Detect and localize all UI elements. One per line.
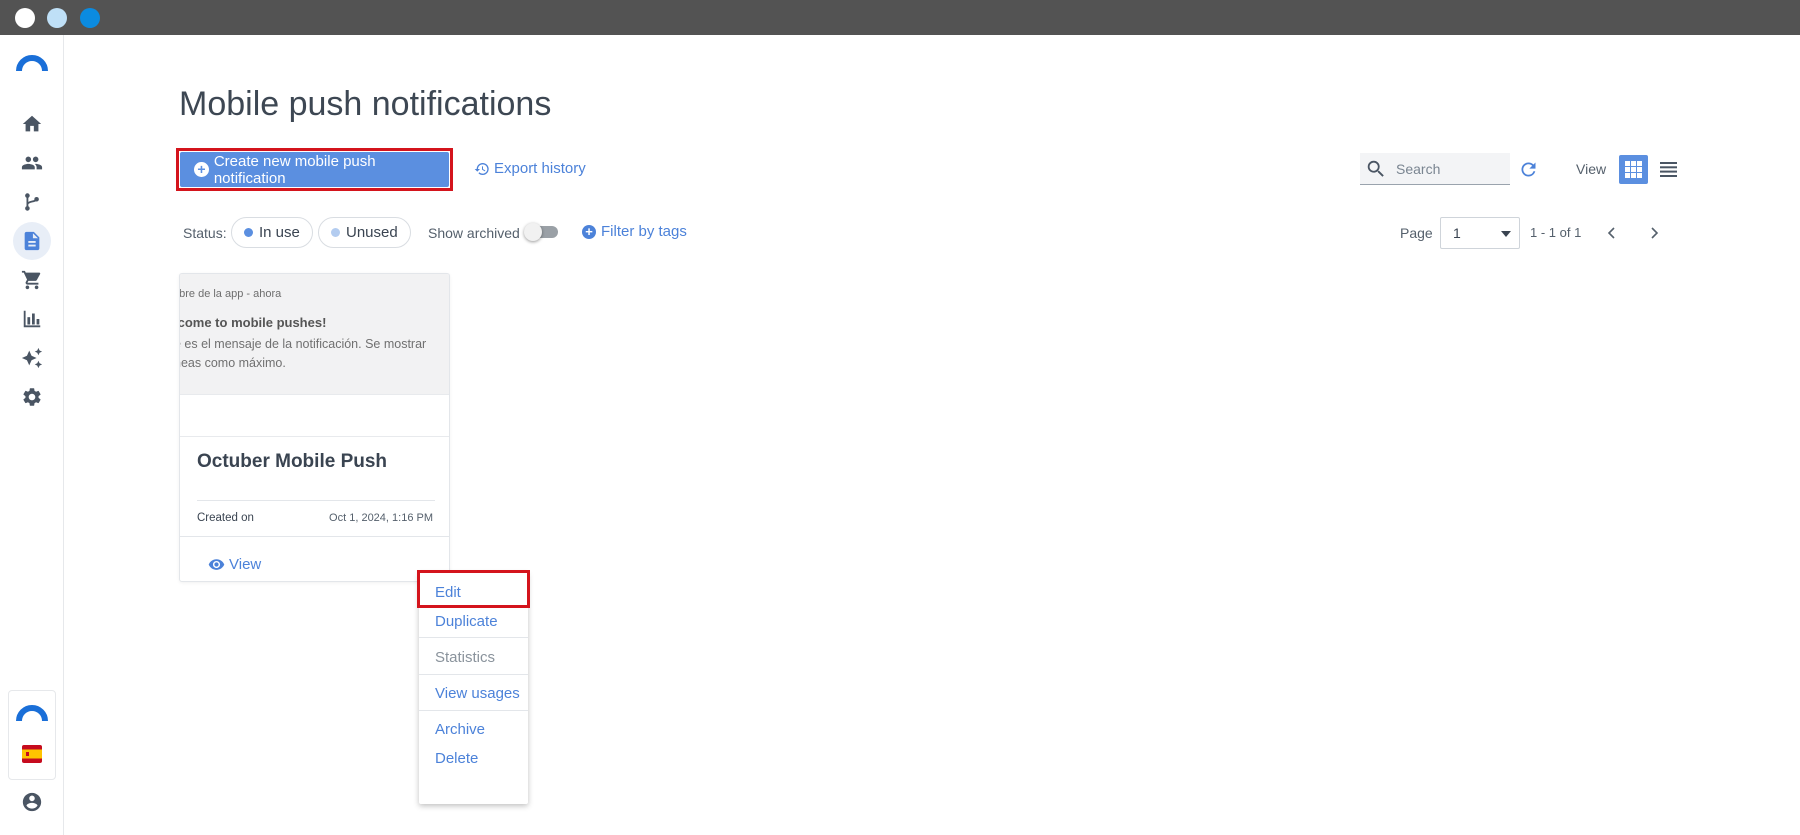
- chevron-right-icon[interactable]: [1646, 225, 1662, 241]
- menu-separator: [419, 674, 528, 675]
- in-use-dot-icon: [244, 228, 253, 237]
- menu-item-duplicate[interactable]: Duplicate: [419, 613, 528, 630]
- sidebar-item-settings[interactable]: [13, 378, 51, 416]
- menu-separator: [419, 710, 528, 711]
- document-icon: [24, 231, 40, 251]
- bar-chart-icon: [23, 310, 41, 328]
- toggle-knob: [524, 223, 542, 241]
- menu-item-statistics: Statistics: [435, 649, 496, 666]
- push-notification-card: nbre de la app - ahora lcome to mobile p…: [179, 273, 450, 582]
- window-minimize-icon[interactable]: [47, 8, 67, 28]
- sidebar-item-reports[interactable]: [13, 300, 51, 338]
- sidebar-bottom-panel: [8, 690, 56, 780]
- sidebar-item-account[interactable]: [13, 783, 51, 821]
- menu-item-archive[interactable]: Archive: [419, 721, 528, 738]
- card-footer-divider: [180, 536, 449, 537]
- search-box: [1360, 153, 1510, 185]
- filter-by-tags-label: Filter by tags: [601, 223, 687, 240]
- edit-item-highlight: [417, 570, 530, 608]
- create-push-label: Create new mobile push notification: [213, 152, 376, 187]
- window-maximize-icon[interactable]: [80, 8, 100, 28]
- card-divider-band: [180, 394, 449, 437]
- status-chip-in-use[interactable]: In use: [231, 217, 313, 248]
- notification-preview: nbre de la app - ahora lcome to mobile p…: [180, 274, 449, 394]
- sidebar-item-content[interactable]: [13, 222, 51, 260]
- preview-title: lcome to mobile pushes!: [180, 315, 327, 330]
- page-title: Mobile push notifications: [179, 85, 552, 123]
- view-label: View: [1576, 161, 1607, 177]
- preview-body: e es el mensaje de la notificación. Se m…: [180, 335, 449, 373]
- search-input[interactable]: [1396, 160, 1496, 177]
- cart-icon: [21, 270, 41, 290]
- search-icon: [1367, 160, 1384, 177]
- unused-label: Unused: [346, 224, 398, 241]
- unused-dot-icon: [331, 228, 340, 237]
- chevron-left-icon[interactable]: [1604, 225, 1620, 241]
- preview-body-line1: e es el mensaje de la notificación. Se m…: [180, 337, 427, 351]
- menu-separator: [419, 637, 528, 638]
- grid-icon: [1625, 161, 1642, 178]
- people-icon: [21, 156, 43, 170]
- create-push-button[interactable]: + Create new mobile push notification: [180, 152, 449, 187]
- list-icon: [1660, 162, 1677, 177]
- grid-view-button[interactable]: [1619, 155, 1648, 184]
- brand-logo-icon[interactable]: [16, 53, 48, 73]
- sidebar-item-home[interactable]: [13, 105, 51, 143]
- list-view-button[interactable]: [1654, 155, 1683, 184]
- gear-icon: [23, 388, 41, 406]
- card-view-label: View: [229, 556, 262, 573]
- brand-logo-icon[interactable]: [16, 703, 48, 723]
- status-label: Status:: [183, 225, 227, 241]
- filter-by-tags-link[interactable]: + Filter by tags: [582, 223, 687, 240]
- preview-body-line2: neas como máximo.: [180, 356, 286, 370]
- flow-icon: [25, 193, 39, 211]
- page-label: Page: [1400, 225, 1433, 241]
- home-icon: [22, 115, 42, 132]
- eye-icon: [208, 559, 225, 570]
- sidebar-item-automations[interactable]: [13, 183, 51, 221]
- card-separator: [197, 500, 435, 501]
- window-titlebar: [0, 0, 1800, 35]
- preview-app-line: nbre de la app - ahora: [180, 288, 282, 300]
- main-content: Mobile push notifications + Create new m…: [64, 35, 1800, 835]
- page-select-value: 1: [1453, 225, 1461, 241]
- spain-flag-icon[interactable]: [22, 745, 42, 763]
- plus-circle-icon: +: [194, 162, 209, 177]
- created-on-date: Oct 1, 2024, 1:16 PM: [329, 512, 433, 524]
- account-icon: [22, 792, 42, 812]
- export-history-label: Export history: [494, 160, 586, 177]
- caret-down-icon: [1501, 231, 1511, 237]
- window-close-icon[interactable]: [15, 8, 35, 28]
- pagination-range: 1 - 1 of 1: [1530, 225, 1582, 240]
- created-on-label: Created on: [197, 512, 254, 524]
- export-history-link[interactable]: Export history: [474, 160, 586, 177]
- history-icon: [474, 162, 489, 175]
- sidebar-item-contacts[interactable]: [13, 144, 51, 182]
- refresh-icon[interactable]: [1518, 159, 1539, 180]
- card-view-button[interactable]: View: [208, 556, 261, 573]
- menu-item-view-usages[interactable]: View usages: [419, 685, 528, 702]
- sparkles-icon: [21, 347, 43, 369]
- show-archived-label: Show archived: [428, 225, 520, 241]
- in-use-label: In use: [259, 224, 300, 241]
- sidebar-item-ai[interactable]: [13, 339, 51, 377]
- sidebar-item-commerce[interactable]: [13, 261, 51, 299]
- card-title: Octuber Mobile Push: [197, 451, 388, 472]
- page-select[interactable]: 1: [1440, 217, 1520, 249]
- show-archived-toggle[interactable]: [524, 223, 558, 241]
- menu-item-delete[interactable]: Delete: [419, 750, 528, 767]
- plus-circle-icon: +: [582, 224, 596, 239]
- status-chip-unused[interactable]: Unused: [318, 217, 411, 248]
- sidebar: [0, 35, 64, 835]
